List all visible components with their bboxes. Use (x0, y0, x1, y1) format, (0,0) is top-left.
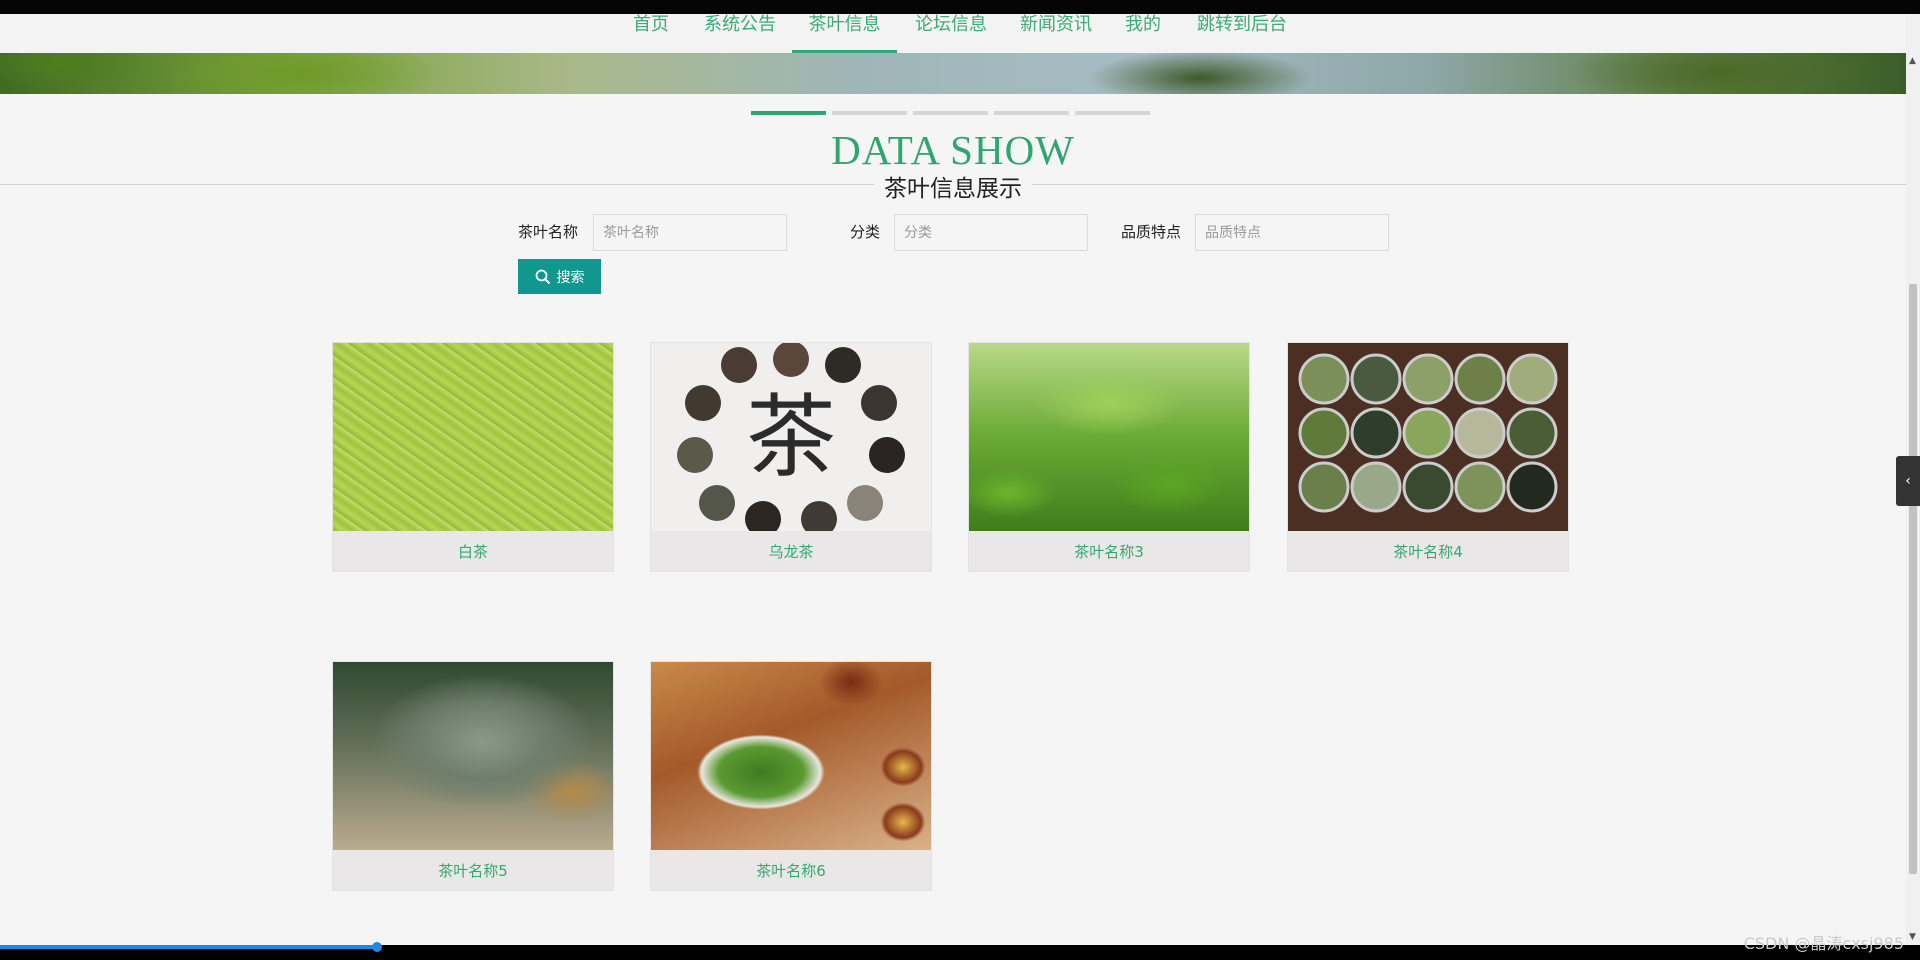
tea-card[interactable]: 白茶 (332, 342, 614, 572)
tea-image[interactable] (333, 662, 613, 850)
tea-card-name[interactable]: 茶叶名称4 (1288, 533, 1568, 571)
scrollbar-thumb[interactable] (1909, 284, 1917, 874)
indicator-bar (832, 111, 907, 115)
search-icon (535, 269, 550, 284)
page-viewport: 首页 系统公告 茶叶信息 论坛信息 新闻资讯 我的 跳转到后台 DATA SHO… (0, 14, 1920, 945)
tea-cups-image: 茶 (677, 343, 905, 531)
tea-image[interactable]: 茶 (651, 343, 931, 531)
chevron-left-icon: ‹ (1905, 473, 1911, 489)
indicator-bar (751, 111, 826, 115)
nav-item-forum[interactable]: 论坛信息 (915, 14, 987, 53)
tea-card-name[interactable]: 茶叶名称5 (333, 852, 613, 890)
section-subtitle-wrap: 茶叶信息展示 (0, 169, 1906, 203)
side-panel-toggle[interactable]: ‹ (1896, 456, 1920, 506)
section-indicator (751, 111, 1150, 115)
category-label: 分类 (850, 223, 881, 241)
nav-item-backend[interactable]: 跳转到后台 (1197, 14, 1287, 53)
search-button-label: 搜索 (556, 268, 585, 285)
section-subtitle: 茶叶信息展示 (874, 176, 1032, 202)
nav-item-home[interactable]: 首页 (633, 14, 669, 53)
tea-card[interactable]: 茶叶名称4 (1287, 342, 1569, 572)
quality-input[interactable] (1195, 214, 1389, 251)
tea-card[interactable]: 茶 乌龙茶 (650, 342, 932, 572)
tea-image[interactable] (333, 343, 613, 531)
scroll-down-arrow-icon[interactable]: ▼ (1909, 932, 1916, 942)
search-button[interactable]: 搜索 (518, 259, 601, 294)
section-title: DATA SHOW (831, 127, 1075, 173)
window-top-bar (0, 0, 1920, 14)
tea-image[interactable] (651, 662, 931, 850)
scroll-up-arrow-icon[interactable]: ▲ (1909, 56, 1916, 66)
tea-image[interactable] (1288, 343, 1568, 531)
tea-name-label: 茶叶名称 (518, 223, 579, 241)
watermark: CSDN @晶涛cxsj985 (1743, 934, 1904, 953)
nav-item-news[interactable]: 新闻资讯 (1020, 14, 1092, 53)
video-progress-bar[interactable] (0, 942, 1920, 960)
tea-name-input[interactable] (593, 214, 787, 251)
tea-samples-image (1298, 353, 1558, 513)
tea-card[interactable]: 茶叶名称6 (650, 661, 932, 891)
indicator-bar (994, 111, 1069, 115)
nav-item-mine[interactable]: 我的 (1125, 14, 1161, 53)
indicator-bar (913, 111, 988, 115)
indicator-bar (1075, 111, 1150, 115)
tea-card[interactable]: 茶叶名称3 (968, 342, 1250, 572)
top-nav: 首页 系统公告 茶叶信息 论坛信息 新闻资讯 我的 跳转到后台 (0, 14, 1906, 53)
nav-item-announcements[interactable]: 系统公告 (704, 14, 776, 53)
progress-handle[interactable] (372, 942, 382, 952)
tea-image[interactable] (969, 343, 1249, 531)
category-input[interactable] (894, 214, 1088, 251)
tea-card-name[interactable]: 白茶 (333, 533, 613, 571)
tea-card[interactable]: 茶叶名称5 (332, 661, 614, 891)
tea-card-name[interactable]: 乌龙茶 (651, 533, 931, 571)
svg-text:茶: 茶 (746, 385, 836, 490)
progress-fill (0, 945, 378, 949)
banner-image (0, 53, 1906, 94)
tea-card-name[interactable]: 茶叶名称3 (969, 533, 1249, 571)
tea-card-name[interactable]: 茶叶名称6 (651, 852, 931, 890)
nav-item-tea-info[interactable]: 茶叶信息 (792, 14, 897, 53)
quality-label: 品质特点 (1121, 223, 1182, 241)
